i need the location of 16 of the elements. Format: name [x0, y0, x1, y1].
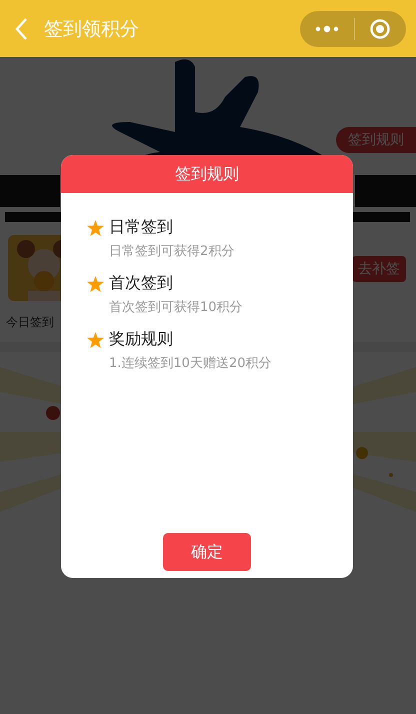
rule-detail: 首次签到可获得10积分 [108, 299, 244, 316]
rule-detail: 日常签到可获得2积分 [108, 243, 236, 260]
star-icon [87, 220, 104, 236]
back-icon[interactable] [14, 16, 28, 40]
more-icon[interactable] [314, 24, 340, 34]
star-icon [87, 276, 104, 292]
confirm-button[interactable]: 确定 [163, 533, 251, 571]
rule-title: 首次签到 [109, 273, 173, 294]
rule-title: 日常签到 [109, 217, 173, 238]
rule-detail: 1.连续签到10天赠送20积分 [108, 355, 272, 372]
today-sign-text: 今日签到 [6, 314, 54, 331]
page-title: 签到领积分 [44, 16, 140, 42]
close-icon[interactable] [369, 18, 391, 40]
star-icon [87, 332, 104, 348]
rule-title: 奖励规则 [109, 329, 173, 350]
dialog-title: 签到规则 [61, 155, 353, 193]
